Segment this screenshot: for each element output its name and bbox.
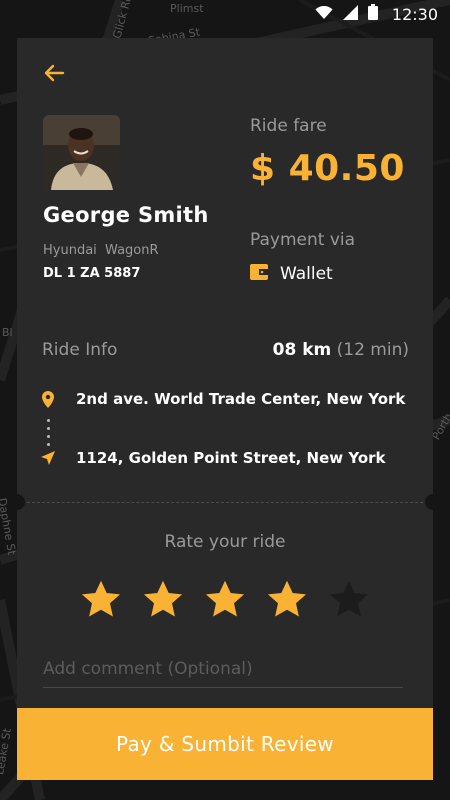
payment-method: Wallet — [250, 264, 333, 284]
star-icon[interactable] — [265, 578, 309, 622]
car-plate: DL 1 ZA 5887 — [43, 266, 141, 281]
car-model: Hyundai WagonR — [43, 243, 159, 258]
dashed-divider — [17, 502, 433, 503]
payment-label: Payment via — [250, 230, 356, 250]
payment-method-label: Wallet — [280, 264, 333, 284]
driver-avatar — [43, 115, 120, 190]
star-icon[interactable] — [79, 578, 123, 622]
fare-label: Ride fare — [250, 116, 327, 136]
card-notch-left — [9, 494, 25, 510]
dropoff-location: 1124, Golden Point Street, New York — [41, 449, 386, 467]
status-time: 12:30 — [391, 4, 438, 24]
driver-name: George Smith — [43, 203, 209, 227]
route-dots — [47, 419, 51, 451]
ride-distance: 08 km (12 min) — [273, 340, 409, 360]
card-notch-right — [425, 494, 441, 510]
distance-value: 08 km — [272, 340, 332, 360]
pickup-location: 2nd ave. World Trade Center, New York — [41, 390, 405, 408]
wallet-icon — [250, 264, 268, 284]
star-icon[interactable] — [203, 578, 247, 622]
rate-ride-label: Rate your ride — [164, 532, 286, 552]
map-street-label: Bl — [2, 326, 13, 339]
fare-value: $ 40.50 — [250, 148, 405, 189]
battery-icon — [367, 4, 378, 24]
ride-info-label: Ride Info — [42, 340, 118, 360]
wifi-icon — [315, 5, 333, 24]
duration-value: (12 min) — [336, 340, 409, 360]
star-rating — [79, 578, 371, 622]
status-bar: 12:30 — [0, 0, 450, 28]
pickup-address: 2nd ave. World Trade Center, New York — [76, 390, 406, 408]
dropoff-address: 1124, Golden Point Street, New York — [76, 449, 386, 467]
location-pin-icon — [41, 390, 55, 408]
back-button[interactable] — [41, 60, 67, 86]
back-arrow-icon — [44, 64, 65, 82]
star-icon[interactable] — [141, 578, 185, 622]
navigation-icon — [41, 449, 55, 467]
pay-submit-button[interactable]: Pay & Sumbit Review — [17, 708, 433, 780]
ride-review-card: George Smith Hyundai WagonR DL 1 ZA 5887… — [9, 38, 441, 718]
star-icon[interactable] — [327, 578, 371, 622]
comment-input[interactable] — [43, 650, 403, 688]
signal-icon — [342, 4, 358, 24]
